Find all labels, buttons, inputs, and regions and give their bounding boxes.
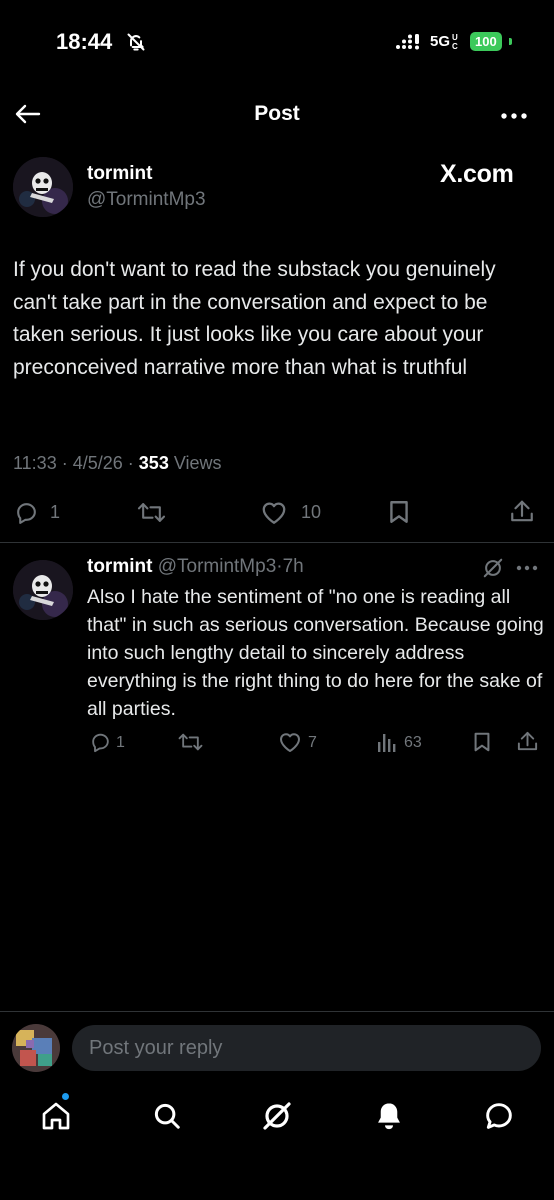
- divider: [0, 542, 554, 543]
- reply-more-icon[interactable]: [516, 565, 538, 571]
- reply-button[interactable]: [13, 500, 40, 525]
- status-time: 18:44: [56, 29, 113, 54]
- post-time: 11:33: [13, 453, 57, 473]
- network-type: 5G: [430, 33, 451, 50]
- reply-reply-count: 1: [116, 734, 125, 751]
- post-text: If you don't want to read the substack y…: [13, 258, 496, 379]
- reply-age: 7h: [282, 556, 304, 577]
- like-count: 10: [301, 502, 322, 522]
- reply-input[interactable]: [72, 1025, 541, 1071]
- battery-tip: [509, 38, 512, 45]
- reply-count: 1: [50, 502, 61, 522]
- grok-nav-icon[interactable]: [261, 1100, 293, 1132]
- repost-button[interactable]: [136, 500, 167, 525]
- source-badge: X.com: [440, 160, 514, 188]
- share-button[interactable]: [509, 498, 535, 525]
- reply-like-button[interactable]: [278, 731, 302, 753]
- reply-author-handle[interactable]: @TormintMp3: [158, 556, 277, 577]
- views-count: 353: [138, 453, 169, 473]
- bell-off-icon: [126, 32, 146, 52]
- reply-views-count: 63: [404, 734, 422, 751]
- post-meta: 11:33 · 4/5/26 · 353 Views: [13, 453, 222, 474]
- composer-divider: [0, 1011, 554, 1012]
- reply-author-name[interactable]: tormint: [87, 556, 152, 577]
- meta-separator: ·: [127, 453, 139, 473]
- network-subtype: UC: [452, 33, 458, 51]
- views-label: Views: [173, 453, 222, 473]
- messages-icon[interactable]: [483, 1100, 515, 1132]
- bookmark-button[interactable]: [387, 499, 411, 525]
- reply-header: tormint @TormintMp3·7h: [87, 556, 304, 578]
- author-name[interactable]: tormint: [87, 163, 152, 185]
- reply-text: Also I hate the sentiment of "no one is …: [87, 586, 544, 720]
- own-avatar[interactable]: [12, 1024, 60, 1072]
- signal-icon: [395, 34, 423, 50]
- home-icon[interactable]: [40, 1100, 72, 1132]
- post-date: 4/5/26: [72, 453, 123, 473]
- reply-avatar[interactable]: [13, 560, 73, 620]
- page-title: Post: [254, 102, 300, 125]
- search-icon[interactable]: [152, 1101, 182, 1131]
- reply-reply-button[interactable]: [89, 731, 112, 753]
- grok-icon[interactable]: [482, 557, 504, 579]
- like-button[interactable]: [260, 500, 288, 525]
- notifications-icon[interactable]: [373, 1100, 405, 1132]
- meta-separator: ·: [61, 453, 73, 473]
- author-avatar[interactable]: [13, 157, 73, 217]
- notification-dot: [62, 1093, 69, 1100]
- reply-share-button[interactable]: [516, 730, 539, 753]
- reply-bookmark-button[interactable]: [472, 731, 492, 753]
- author-handle[interactable]: @TormintMp3: [87, 189, 206, 211]
- battery-level: 100: [470, 32, 502, 51]
- reply-like-count: 7: [308, 734, 317, 751]
- reply-repost-button[interactable]: [177, 731, 204, 753]
- more-icon[interactable]: [500, 112, 528, 120]
- views-icon[interactable]: [377, 732, 399, 752]
